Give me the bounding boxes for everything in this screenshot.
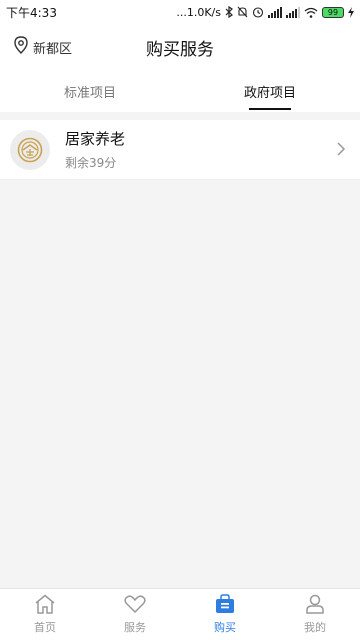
tab-standard-projects[interactable]: 标准项目 (0, 70, 180, 112)
mute-icon (237, 6, 248, 18)
nav-label-mine: 我的 (304, 621, 326, 634)
page-title: 购买服务 (146, 40, 214, 60)
nav-label-service: 服务 (124, 621, 146, 634)
list-item-text: 居家养老 剩余39分 (65, 128, 125, 171)
list-item[interactable]: 居家养老 剩余39分 (0, 120, 360, 180)
bottom-nav: 首页 服务 购买 我的 (0, 588, 360, 640)
chevron-right-icon (336, 141, 346, 161)
home-icon (34, 594, 56, 617)
nav-item-mine[interactable]: 我的 (270, 589, 360, 640)
service-logo-icon (10, 129, 50, 170)
tab-government-projects[interactable]: 政府项目 (180, 70, 360, 112)
nav-label-home: 首页 (34, 621, 56, 634)
signal-icon-2 (286, 6, 300, 18)
signal-icon (268, 6, 282, 18)
battery-icon: 99 (322, 6, 344, 18)
heart-icon (124, 594, 146, 617)
user-icon (304, 594, 326, 617)
status-icons: ...1.0K/s 99 (176, 6, 354, 19)
charging-icon (348, 6, 354, 18)
nav-item-buy[interactable]: 购买 (180, 589, 270, 640)
nav-label-buy: 购买 (214, 621, 236, 634)
service-list: 居家养老 剩余39分 (0, 120, 360, 180)
list-item-subtitle: 剩余39分 (65, 156, 117, 170)
alarm-icon (252, 6, 264, 18)
wifi-icon (304, 7, 318, 18)
header: 新都区 购买服务 (0, 24, 360, 70)
shopping-bag-icon (214, 594, 236, 617)
nav-item-home[interactable]: 首页 (0, 589, 90, 640)
nav-item-service[interactable]: 服务 (90, 589, 180, 640)
bluetooth-icon (225, 6, 233, 18)
list-item-title: 居家养老 (65, 130, 126, 148)
status-time: 下午4:33 (6, 5, 57, 20)
network-speed: ...1.0K/s (176, 5, 221, 19)
tab-bar: 标准项目 政府项目 (0, 70, 360, 112)
status-bar: 下午4:33 ...1.0K/s 99 (0, 0, 360, 24)
